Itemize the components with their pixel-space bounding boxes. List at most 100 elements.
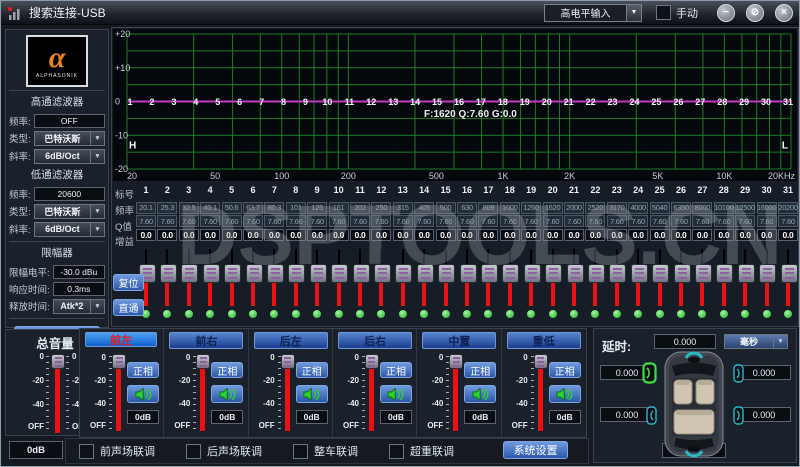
eq-band-q[interactable]: 7.60 xyxy=(649,215,670,227)
speaker-mute-button[interactable] xyxy=(464,385,497,403)
channel-fader-handle[interactable] xyxy=(112,354,126,369)
eq-band-q[interactable]: 7.60 xyxy=(585,215,606,227)
eq-fader-handle[interactable] xyxy=(266,264,284,283)
eq-band-frequency[interactable]: 8000 xyxy=(692,201,713,214)
speaker-front-left-icon[interactable] xyxy=(642,362,658,384)
eq-band-q[interactable]: 7.60 xyxy=(778,215,798,227)
eq-band-q[interactable]: 7.60 xyxy=(542,215,563,227)
speaker-rear-left-icon[interactable] xyxy=(646,406,658,426)
delay-rear-right[interactable]: 0.000 xyxy=(737,407,791,422)
eq-band-frequency[interactable]: 101 xyxy=(285,201,306,214)
eq-band-gain[interactable]: 0.0 xyxy=(606,228,627,241)
eq-fader-handle[interactable] xyxy=(459,264,477,283)
eq-band-q[interactable]: 7.60 xyxy=(735,215,756,227)
eq-band-gain[interactable]: 0.0 xyxy=(521,228,542,241)
eq-band-q[interactable]: 7.60 xyxy=(671,215,691,227)
system-settings-button[interactable]: 系统设置 xyxy=(503,441,568,459)
eq-band-q[interactable]: 7.60 xyxy=(756,215,777,227)
band-enabled-led[interactable] xyxy=(591,310,600,318)
bypass-button[interactable]: 直通 xyxy=(113,299,144,316)
eq-band-gain[interactable]: 0.0 xyxy=(243,228,263,241)
close-button[interactable]: × xyxy=(775,3,793,22)
band-enabled-led[interactable] xyxy=(741,310,750,318)
channel-fader-handle[interactable] xyxy=(364,354,379,369)
eq-fader-handle[interactable] xyxy=(309,264,327,283)
eq-band-frequency[interactable]: 630 xyxy=(457,201,477,214)
hpf-freq-value[interactable]: OFF xyxy=(33,113,105,128)
disable-button[interactable]: ⊘ xyxy=(746,3,764,22)
eq-band-frequency[interactable]: 12500 xyxy=(735,201,756,214)
eq-band-frequency[interactable]: 32.5 xyxy=(178,201,199,214)
eq-fader-handle[interactable] xyxy=(159,264,177,283)
eq-band-frequency[interactable]: 3170 xyxy=(606,201,627,214)
eq-band-q[interactable]: 7.60 xyxy=(264,215,285,227)
band-enabled-led[interactable] xyxy=(698,310,707,318)
eq-fader-handle[interactable] xyxy=(716,264,734,283)
input-mode-dropdown[interactable]: 高电平输入 ▼ xyxy=(544,3,642,22)
eq-band-q[interactable]: 7.60 xyxy=(521,215,542,227)
speaker-mute-button[interactable] xyxy=(211,385,244,403)
eq-fader-handle[interactable] xyxy=(181,264,199,283)
eq-band-q[interactable]: 7.60 xyxy=(713,215,734,227)
lpf-type-dropdown[interactable]: 巴特沃斯 ▼ xyxy=(33,203,105,219)
band-enabled-led[interactable] xyxy=(634,310,643,318)
band-enabled-led[interactable] xyxy=(184,310,193,318)
band-enabled-led[interactable] xyxy=(548,310,557,318)
eq-band-gain[interactable]: 0.0 xyxy=(350,228,370,241)
eq-band-frequency[interactable]: 80.3 xyxy=(264,201,285,214)
limiter-level-value[interactable]: -30.0 dBu xyxy=(52,264,105,279)
band-enabled-led[interactable] xyxy=(270,310,279,318)
limiter-attack-value[interactable]: 0.3ms xyxy=(52,281,105,296)
lpf-freq-value[interactable]: 20600 xyxy=(33,186,105,201)
phase-button[interactable]: 正相 xyxy=(295,362,328,378)
eq-band-gain[interactable]: 0.0 xyxy=(435,228,456,241)
channel-header[interactable]: 中置 xyxy=(422,332,497,349)
eq-band-frequency[interactable]: 50.6 xyxy=(221,201,242,214)
eq-fader-handle[interactable] xyxy=(245,264,263,283)
channel-header[interactable]: 前右 xyxy=(169,332,244,349)
eq-band-q[interactable]: 7.60 xyxy=(157,215,178,227)
eq-fader-handle[interactable] xyxy=(416,264,434,283)
eq-band-frequency[interactable]: 5040 xyxy=(649,201,670,214)
checkbox[interactable] xyxy=(186,443,201,459)
speaker-mute-button[interactable] xyxy=(379,385,412,403)
eq-band-frequency[interactable]: 25.3 xyxy=(157,201,178,214)
eq-band-frequency[interactable]: 4000 xyxy=(628,201,649,214)
eq-band-q[interactable]: 7.60 xyxy=(178,215,199,227)
channel-fader-handle[interactable] xyxy=(196,354,211,369)
eq-fader-handle[interactable] xyxy=(480,264,498,283)
eq-band-frequency[interactable]: 500 xyxy=(435,201,456,214)
band-enabled-led[interactable] xyxy=(334,310,343,318)
eq-response-graph[interactable]: +20 +10 0 -10 -20 20 50 100 200 500 1K 2K 5K 10K 20KHz… xyxy=(113,29,797,181)
eq-band-q[interactable]: 7.60 xyxy=(200,215,221,227)
eq-band-frequency[interactable]: 20.1 xyxy=(136,201,156,214)
checkbox[interactable] xyxy=(389,443,404,459)
band-enabled-led[interactable] xyxy=(398,310,407,318)
phase-button[interactable]: 正相 xyxy=(379,362,412,378)
band-enabled-led[interactable] xyxy=(356,310,364,318)
band-enabled-led[interactable] xyxy=(313,310,322,318)
eq-band-q[interactable]: 7.60 xyxy=(414,215,435,227)
eq-band-frequency[interactable]: 2000 xyxy=(564,201,584,214)
eq-band-q[interactable]: 7.60 xyxy=(457,215,477,227)
eq-band-gain[interactable]: 0.0 xyxy=(157,228,178,241)
band-enabled-led[interactable] xyxy=(420,310,429,318)
eq-band-gain[interactable]: 0.0 xyxy=(136,228,156,241)
eq-band-frequency[interactable]: 1260 xyxy=(521,201,542,214)
hpf-type-dropdown[interactable]: 巴特沃斯 ▼ xyxy=(33,130,105,146)
eq-band-gain[interactable]: 0.0 xyxy=(542,228,563,241)
eq-fader-handle[interactable] xyxy=(609,264,627,283)
speaker-mute-button[interactable] xyxy=(548,385,581,403)
eq-band-q[interactable]: 7.60 xyxy=(221,215,242,227)
band-enabled-led[interactable] xyxy=(249,310,257,318)
channel-fader-handle[interactable] xyxy=(533,354,548,369)
eq-band-q[interactable]: 7.60 xyxy=(285,215,306,227)
hpf-slope-dropdown[interactable]: 6dB/Oct ▼ xyxy=(33,148,105,164)
eq-fader-handle[interactable] xyxy=(759,264,777,283)
eq-fader-handle[interactable] xyxy=(288,264,306,283)
eq-band-gain[interactable]: 0.0 xyxy=(178,228,199,241)
eq-fader-handle[interactable] xyxy=(587,264,605,283)
eq-band-q[interactable]: 7.60 xyxy=(606,215,627,227)
eq-band-q[interactable]: 7.60 xyxy=(243,215,263,227)
eq-fader-handle[interactable] xyxy=(224,264,242,283)
